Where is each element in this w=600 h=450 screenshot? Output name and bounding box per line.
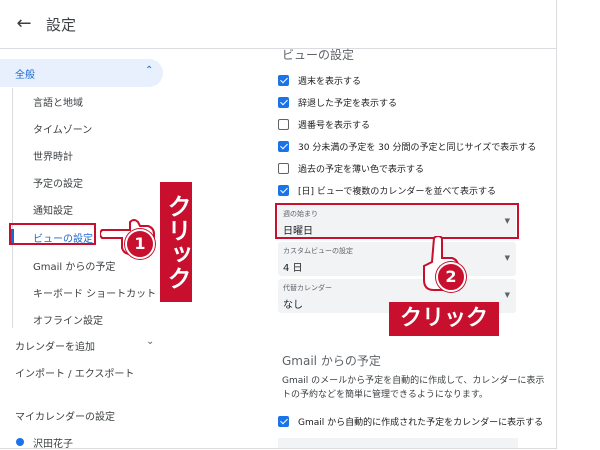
option-label: 週番号を表示する (298, 121, 371, 131)
gmail-section-title: Gmail からの予定 (282, 354, 381, 368)
custom-view-dropdown[interactable]: カスタムビューの設定 4 日 ▼ (278, 242, 516, 276)
settings-header: ← 設定 (0, 0, 556, 49)
option-label: 辞退した予定を表示する (298, 99, 398, 109)
sidebar-item-notifications[interactable]: 通知設定 (33, 202, 73, 217)
checkbox[interactable] (278, 141, 289, 152)
gmail-description-2: トの予約などを簡単に管理できるようになります。 (282, 390, 488, 400)
sidebar-tree-line (12, 88, 13, 328)
checkbox[interactable] (278, 185, 289, 196)
back-button[interactable]: ← (12, 12, 36, 36)
chevron-down-icon: ⌄ (146, 336, 155, 347)
option-label: [日] ビューで複数のカレンダーを並べて表示する (298, 187, 496, 197)
calendar-color-dot (16, 438, 24, 446)
checkbox[interactable] (278, 163, 289, 174)
option-dim-past[interactable]: 過去の予定を薄い色で表示する (278, 161, 556, 179)
step-1-badge: 1 (125, 229, 155, 259)
sidebar-item-event-settings[interactable]: 予定の設定 (33, 175, 83, 190)
sidebar-item-gmail-events[interactable]: Gmail からの予定 (33, 258, 115, 273)
sidebar-item-offline[interactable]: オフライン設定 (33, 312, 103, 327)
sidebar-item-user-calendar[interactable]: 沢田花子 (33, 435, 73, 448)
sidebar-item-general[interactable]: 全般 ⌃ (0, 59, 163, 87)
checkbox[interactable] (278, 97, 289, 108)
chevron-up-icon: ⌃ (145, 65, 154, 76)
sidebar-item-import-export[interactable]: インポート / エクスポート (15, 365, 134, 380)
option-show-declined[interactable]: 辞退した予定を表示する (278, 95, 556, 113)
dropdown-label: 代替カレンダー (283, 284, 332, 292)
checkbox[interactable] (278, 416, 289, 427)
view-settings-title: ビューの設定 (282, 48, 355, 62)
settings-main: ビューの設定 週末を表示する 辞退した予定を表示する 週番号を表示する 30 分… (270, 48, 556, 448)
checkbox[interactable] (278, 75, 289, 86)
option-label: Gmail から自動的に作成された予定をカレンダーに表示する (298, 418, 544, 428)
dropdown-arrow-icon: ▼ (504, 254, 510, 262)
dropdown-label: カスタムビューの設定 (283, 247, 353, 255)
highlight-view-settings (9, 223, 96, 245)
dropdown-arrow-icon: ▼ (504, 291, 510, 299)
highlight-week-start (275, 203, 519, 239)
option-side-by-side[interactable]: [日] ビューで複数のカレンダーを並べて表示する (278, 183, 556, 201)
option-label: 30 分未満の予定を 30 分間の予定と同じサイズで表示する (298, 143, 537, 153)
option-short-events[interactable]: 30 分未満の予定を 30 分間の予定と同じサイズで表示する (278, 139, 556, 157)
callout-click-1: クリック (160, 182, 192, 302)
sidebar-item-add-calendar[interactable]: カレンダーを追加 (15, 338, 95, 353)
option-gmail-events[interactable]: Gmail から自動的に作成された予定をカレンダーに表示する (278, 414, 556, 432)
checkbox[interactable] (278, 119, 289, 130)
option-label: 週末を表示する (298, 77, 362, 87)
option-show-week-numbers[interactable]: 週番号を表示する (278, 117, 556, 135)
page-title: 設定 (46, 16, 77, 34)
sidebar-item-world-clock[interactable]: 世界時計 (33, 148, 73, 163)
option-label: 過去の予定を薄い色で表示する (298, 165, 425, 175)
sidebar-item-timezone[interactable]: タイムゾーン (33, 121, 92, 136)
sidebar-item-label: 全般 (15, 70, 35, 81)
sidebar-item-language-region[interactable]: 言語と地域 (33, 94, 83, 109)
dropdown-value: 4 日 (283, 263, 303, 274)
sidebar-item-keyboard-shortcuts[interactable]: キーボード ショートカット (33, 285, 156, 300)
gmail-dropdown-partial[interactable] (278, 438, 518, 448)
dropdown-value: なし (283, 300, 303, 311)
arrow-left-icon: ← (16, 13, 32, 34)
gmail-description-1: Gmail のメールから予定を自動的に作成して、カレンダーに表示 (282, 376, 545, 386)
option-show-weekends[interactable]: 週末を表示する (278, 73, 556, 91)
sidebar-item-my-calendars[interactable]: マイカレンダーの設定 (15, 408, 115, 423)
callout-click-2: クリック (389, 302, 499, 336)
step-2-badge: 2 (436, 262, 466, 292)
